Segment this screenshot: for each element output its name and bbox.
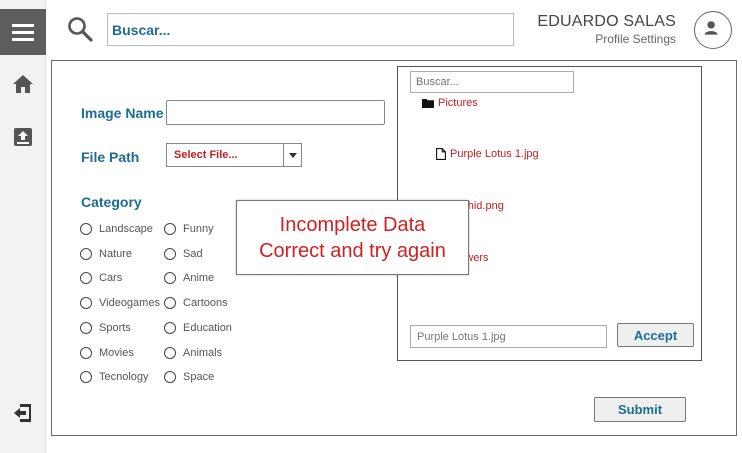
radio-button[interactable] [80,223,92,235]
chevron-down-icon[interactable] [283,144,301,166]
radio-label: Cars [99,272,123,284]
image-name-input[interactable] [166,100,385,125]
radio-label: Funny [183,223,214,235]
radio-label: Animals [183,347,223,359]
radio-button[interactable] [164,371,176,383]
tree-item-label: Purple Lotus 1.jpg [450,148,539,160]
accept-button[interactable]: Accept [617,323,694,347]
radio-button[interactable] [164,272,176,284]
radio-option-space[interactable]: Space [164,371,214,383]
radio-option-nature[interactable]: Nature [80,248,132,260]
error-dialog: Incomplete Data Correct and try again [236,200,469,275]
radio-option-videogames[interactable]: Videogames [80,297,160,309]
radio-label: Landscape [99,223,153,235]
radio-option-tecnology[interactable]: Tecnology [80,371,149,383]
submit-button[interactable]: Submit [594,397,686,422]
radio-option-cartoons[interactable]: Cartoons [164,297,228,309]
radio-button[interactable] [80,371,92,383]
radio-label: Sports [99,322,131,334]
radio-button[interactable] [164,248,176,260]
radio-label: Sad [183,248,203,260]
user-icon [704,21,718,35]
category-label: Category [81,194,142,210]
menu-icon-bar [12,23,34,27]
radio-button[interactable] [80,347,92,359]
menu-icon-bar [12,37,34,41]
menu-button[interactable] [0,9,46,55]
tree-item-pictures[interactable]: Pictures [422,97,478,109]
radio-button[interactable] [164,297,176,309]
radio-label: Cartoons [183,297,228,309]
avatar[interactable] [694,11,732,49]
error-title: Incomplete Data [279,213,426,236]
radio-option-funny[interactable]: Funny [164,223,214,235]
radio-option-landscape[interactable]: Landscape [80,223,153,235]
home-icon[interactable] [11,72,35,96]
search-icon[interactable] [66,15,94,43]
radio-button[interactable] [80,248,92,260]
file-path-label: File Path [81,149,140,165]
radio-option-animals[interactable]: Animals [164,347,222,359]
radio-option-cars[interactable]: Cars [80,272,122,284]
radio-option-sports[interactable]: Sports [80,322,131,334]
radio-button[interactable] [164,347,176,359]
sidebar [0,0,46,453]
tree-item-purple-lotus[interactable]: Purple Lotus 1.jpg [436,148,539,160]
search-input[interactable] [107,13,514,46]
radio-button[interactable] [164,322,176,334]
radio-button[interactable] [80,322,92,334]
radio-label: Education [183,322,232,334]
radio-label: Tecnology [99,371,149,383]
radio-button[interactable] [80,272,92,284]
radio-label: Movies [99,347,134,359]
radio-option-education[interactable]: Education [164,322,232,334]
radio-option-sad[interactable]: Sad [164,248,203,260]
logout-icon[interactable] [11,401,35,425]
radio-option-anime[interactable]: Anime [164,272,214,284]
file-icon [436,148,446,160]
radio-label: Nature [99,248,133,260]
file-browser-search-input[interactable] [410,71,574,93]
radio-option-movies[interactable]: Movies [80,347,134,359]
tree-item-label: Pictures [438,97,478,109]
file-path-select-value: Select File... [174,149,238,161]
radio-label: Anime [183,272,215,284]
radio-button[interactable] [164,223,176,235]
error-message: Correct and try again [259,239,446,262]
radio-button[interactable] [80,297,92,309]
folder-icon [422,99,434,108]
upload-box-icon[interactable] [11,125,35,149]
user-name: EDUARDO SALAS [537,13,676,30]
selected-file-input[interactable] [410,325,607,348]
file-path-select[interactable]: Select File... [166,143,302,167]
image-name-label: Image Name [81,105,164,121]
radio-label: Space [183,371,215,383]
radio-label: Videogames [99,297,160,309]
profile-settings-link[interactable]: Profile Settings [595,32,676,46]
menu-icon-bar [12,30,34,34]
